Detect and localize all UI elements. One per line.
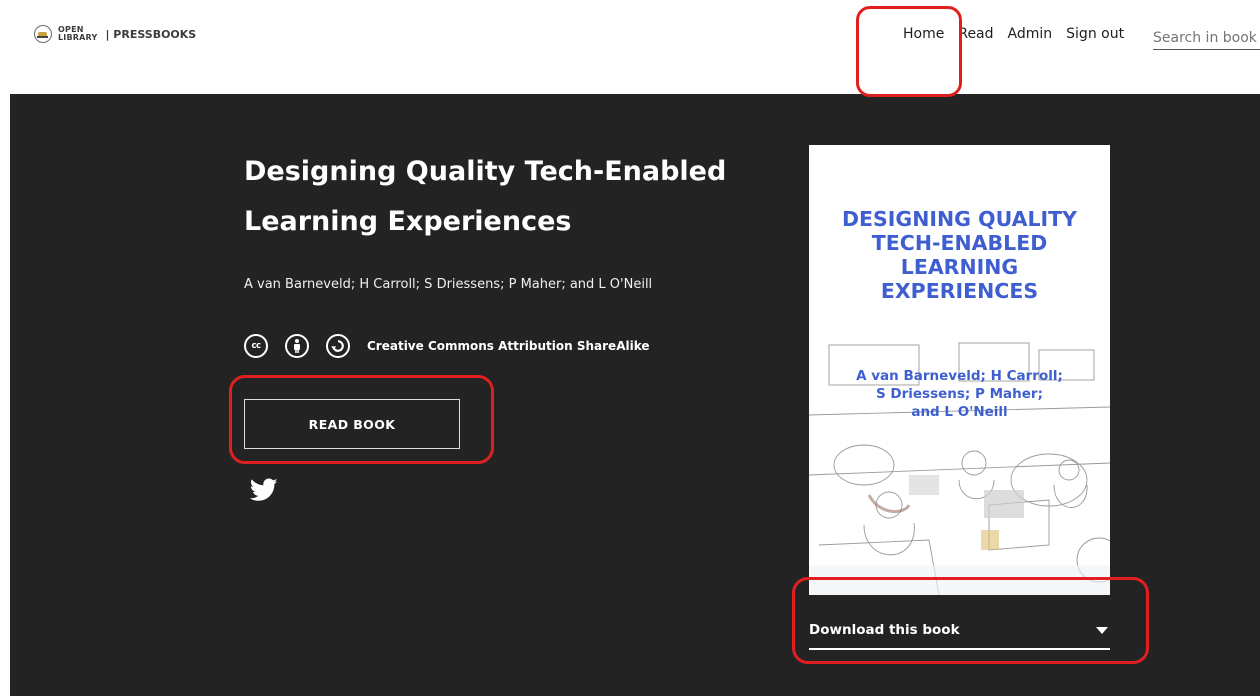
sharealike-glyph — [331, 340, 344, 352]
top-nav: Home Read Admin Sign out — [903, 26, 1138, 42]
attribution-person-icon — [285, 334, 309, 358]
license-block: cc Creative Commons Attribution ShareAli… — [244, 334, 650, 358]
book-cover: DESIGNING QUALITY TECH-ENABLED LEARNING … — [809, 145, 1110, 595]
twitter-icon[interactable] — [250, 478, 278, 502]
nav-sign-out[interactable]: Sign out — [1066, 26, 1124, 42]
license-text: Creative Commons Attribution ShareAlike — [367, 339, 650, 353]
search-input[interactable] — [1153, 22, 1260, 50]
cover-author-line: and L O'Neill — [911, 404, 1008, 420]
open-library-logo-icon — [34, 25, 52, 43]
caret-down-icon — [1096, 626, 1108, 634]
sharealike-icon — [326, 334, 350, 358]
cover-title-line: LEARNING — [900, 255, 1019, 279]
cover-title: DESIGNING QUALITY TECH-ENABLED LEARNING … — [809, 207, 1110, 303]
book-title: Designing Quality Tech-Enabled Learning … — [244, 156, 727, 237]
cover-author-line: S Driessens; P Maher; — [875, 386, 1043, 402]
cover-authors: A van Barneveld; H Carroll; S Driessens;… — [809, 367, 1110, 421]
download-book-dropdown[interactable]: Download this book — [809, 612, 1110, 650]
book-authors: A van Barneveld; H Carroll; S Driessens;… — [244, 277, 653, 292]
site-header: OPEN LIBRARY | PRESSBOOKS Home Read Admi… — [0, 0, 1260, 94]
cover-title-line: TECH-ENABLED — [871, 231, 1048, 255]
cover-title-line: DESIGNING QUALITY — [842, 207, 1077, 231]
cover-title-line: EXPERIENCES — [880, 279, 1039, 303]
open-library-pressbooks-logo[interactable]: OPEN LIBRARY | PRESSBOOKS — [34, 25, 196, 43]
creative-commons-icon: cc — [244, 334, 268, 358]
logo-text: OPEN LIBRARY — [58, 26, 97, 42]
download-label: Download this book — [809, 622, 960, 638]
attribution-person-glyph — [294, 339, 300, 353]
nav-admin[interactable]: Admin — [1008, 26, 1053, 42]
logo-pressbooks: | PRESSBOOKS — [105, 27, 197, 41]
cover-author-line: A van Barneveld; H Carroll; — [856, 368, 1063, 384]
nav-read[interactable]: Read — [958, 26, 993, 42]
read-book-button[interactable]: READ BOOK — [244, 399, 460, 449]
logo-line-library: LIBRARY — [58, 33, 98, 42]
nav-home[interactable]: Home — [903, 26, 944, 42]
